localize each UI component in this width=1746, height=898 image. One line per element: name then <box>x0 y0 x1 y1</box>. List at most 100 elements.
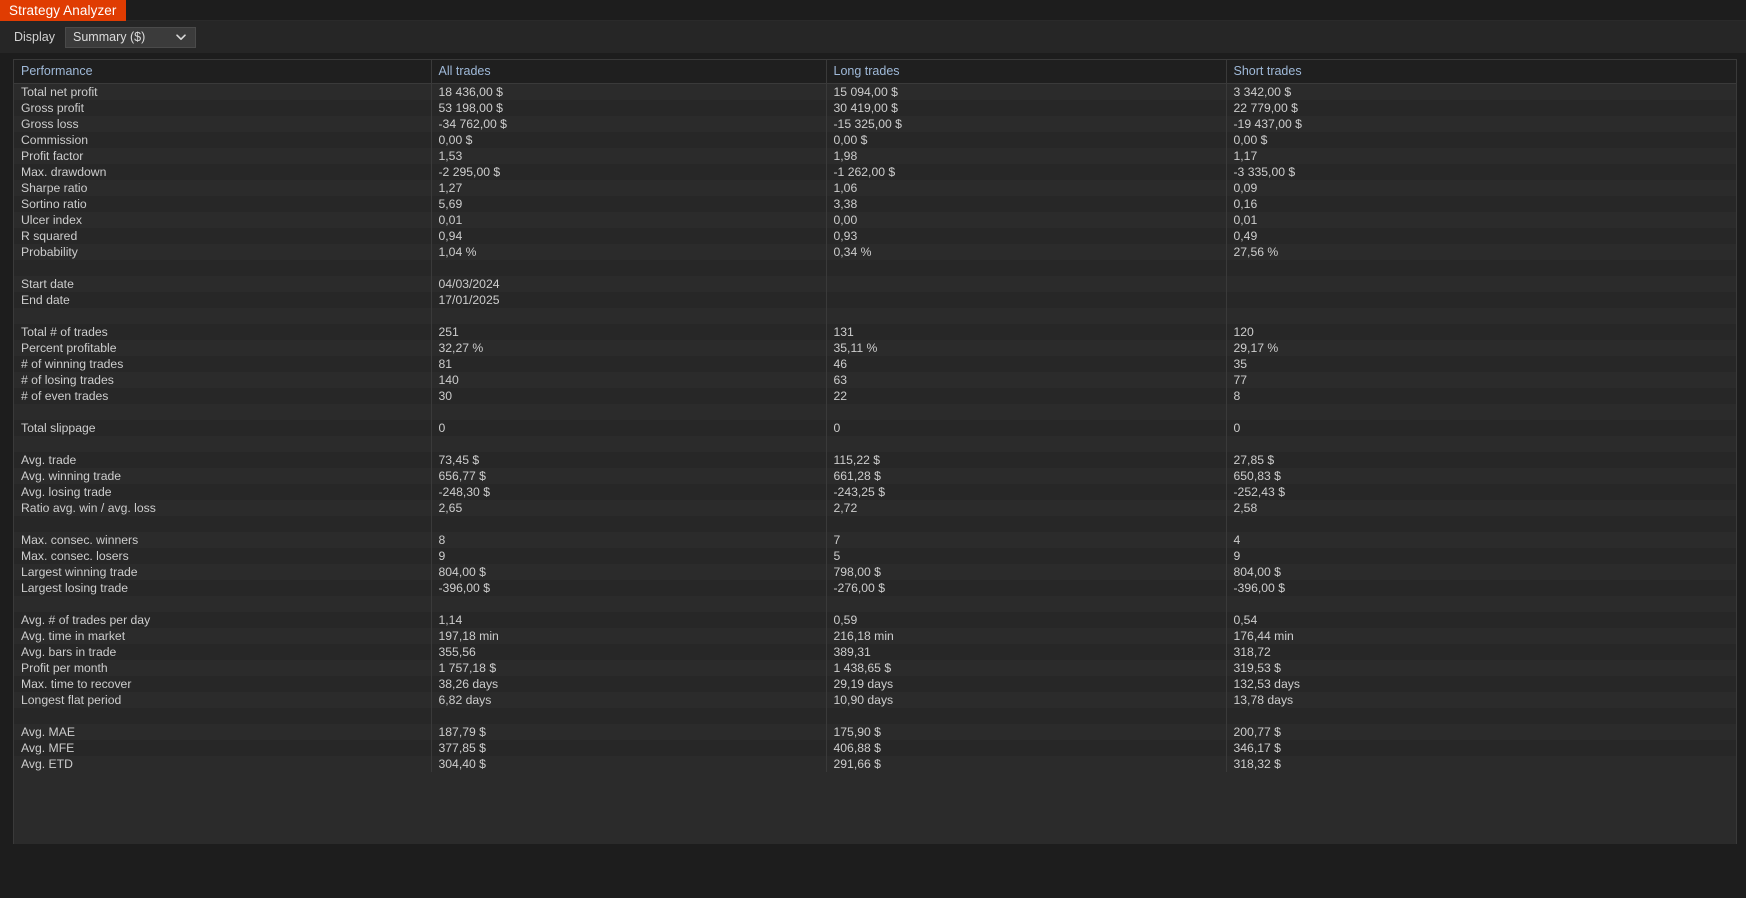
table-row[interactable]: Ratio avg. win / avg. loss 2,65 2,72 2,58 <box>14 500 1736 516</box>
cell-long-trades: -243,25 $ <box>826 484 1227 500</box>
cell-short-trades: 0,16 <box>1226 196 1736 212</box>
table-row[interactable]: End date 17/01/2025 <box>14 292 1736 308</box>
cell-short-trades: 132,53 days <box>1226 676 1736 692</box>
cell-long-trades <box>826 292 1227 308</box>
row-label <box>14 708 432 724</box>
table-row[interactable]: Avg. winning trade 656,77 $661,28 $650,83… <box>14 468 1736 484</box>
table-row[interactable]: Max. time to recover 38,26 days 29,19 days… <box>14 676 1736 692</box>
cell-long-trades: 0,34 % <box>826 244 1227 260</box>
cell-short-trades <box>1226 276 1736 292</box>
cell-long-trades: 291,66 $ <box>826 756 1227 772</box>
table-row[interactable]: Largest losing trade -396,00 $ -276,00 $ -3… <box>14 580 1736 596</box>
table-spacer-row <box>14 596 1736 612</box>
table-row[interactable]: Avg. ETD 304,40 $291,66 $318,32 $ <box>14 756 1736 772</box>
cell-long-trades: 7 <box>826 532 1227 548</box>
cell-long-trades <box>826 260 1227 276</box>
cell-short-trades: 0,00 $ <box>1226 132 1736 148</box>
table-row[interactable]: # of even trades 30 22 8 <box>14 388 1736 404</box>
cell-short-trades: 77 <box>1226 372 1736 388</box>
cell-all-trades <box>431 708 827 724</box>
table-row[interactable]: Profit factor 1,53 1,98 1,17 <box>14 148 1736 164</box>
table-row[interactable]: Profit per month 1 757,18 $1 438,65 $319,… <box>14 660 1736 676</box>
table-row[interactable]: Max. consec. losers 9 5 9 <box>14 548 1736 564</box>
bottom-filler <box>0 844 1746 898</box>
cell-long-trades: 29,19 days <box>826 676 1227 692</box>
row-label: Avg. trade <box>14 452 432 468</box>
table-row[interactable]: Avg. trade 73,45 $115,22 $27,85 $ <box>14 452 1736 468</box>
cell-all-trades: -248,30 $ <box>431 484 827 500</box>
row-label <box>14 516 432 532</box>
title-bar-filler <box>125 0 1746 20</box>
cell-short-trades: 318,32 $ <box>1226 756 1736 772</box>
cell-long-trades: 1,98 <box>826 148 1227 164</box>
cell-short-trades: 176,44 min <box>1226 628 1736 644</box>
cell-all-trades: 304,40 $ <box>431 756 827 772</box>
table-row[interactable]: Commission 0,00 $0,00 $0,00 $ <box>14 132 1736 148</box>
table-row[interactable]: Sharpe ratio 1,27 1,06 0,09 <box>14 180 1736 196</box>
table-row[interactable]: Largest winning trade 804,00 $798,00 $804… <box>14 564 1736 580</box>
cell-short-trades: 0,54 <box>1226 612 1736 628</box>
cell-long-trades: 10,90 days <box>826 692 1227 708</box>
cell-long-trades: 1,06 <box>826 180 1227 196</box>
display-select[interactable]: Summary ($) <box>65 26 196 48</box>
display-label: Display <box>14 30 55 44</box>
table-row[interactable]: Avg. # of trades per day 1,14 0,59 0,54 <box>14 612 1736 628</box>
cell-short-trades <box>1226 516 1736 532</box>
column-header-performance[interactable]: Performance <box>14 60 432 84</box>
table-spacer-row <box>14 708 1736 724</box>
table-row[interactable]: Total # of trades 251 131 120 <box>14 324 1736 340</box>
column-header-all-trades[interactable]: All trades <box>431 60 827 84</box>
cell-long-trades <box>826 708 1227 724</box>
table-row[interactable]: Avg. losing trade -248,30 $ -243,25 $ -252,… <box>14 484 1736 500</box>
table-row[interactable]: Avg. time in market 197,18 min 216,18 min 1… <box>14 628 1736 644</box>
cell-short-trades: 0 <box>1226 420 1736 436</box>
cell-long-trades: -15 325,00 $ <box>826 116 1227 132</box>
table-row[interactable]: Avg. bars in trade 355,56 389,31 318,72 <box>14 644 1736 660</box>
table-header-row: Performance All trades Long trades Short… <box>14 60 1736 84</box>
table-row[interactable]: Avg. MFE 377,85 $406,88 $346,17 $ <box>14 740 1736 756</box>
row-label: # of losing trades <box>14 372 432 388</box>
table-spacer-row <box>14 260 1736 276</box>
cell-short-trades: 27,85 $ <box>1226 452 1736 468</box>
cell-long-trades <box>826 436 1227 452</box>
row-label: Ulcer index <box>14 212 432 228</box>
column-header-long-trades[interactable]: Long trades <box>826 60 1227 84</box>
cell-short-trades <box>1226 436 1736 452</box>
row-label: Sharpe ratio <box>14 180 432 196</box>
performance-table-container[interactable]: Performance All trades Long trades Short… <box>13 59 1737 844</box>
cell-short-trades <box>1226 596 1736 612</box>
cell-long-trades: 35,11 % <box>826 340 1227 356</box>
cell-long-trades: 661,28 $ <box>826 468 1227 484</box>
cell-all-trades: 0,00 $ <box>431 132 827 148</box>
table-row[interactable]: Total slippage 0 0 0 <box>14 420 1736 436</box>
cell-long-trades: 0,00 $ <box>826 132 1227 148</box>
cell-short-trades: 0,01 <box>1226 212 1736 228</box>
cell-all-trades: 32,27 % <box>431 340 827 356</box>
cell-long-trades: 30 419,00 $ <box>826 100 1227 116</box>
table-row[interactable]: # of losing trades 140 63 77 <box>14 372 1736 388</box>
row-label: Total slippage <box>14 420 432 436</box>
column-header-short-trades[interactable]: Short trades <box>1226 60 1736 84</box>
cell-long-trades: -276,00 $ <box>826 580 1227 596</box>
table-row[interactable]: Gross profit 53 198,00 $30 419,00 $22 779… <box>14 100 1736 116</box>
table-row[interactable]: Start date 04/03/2024 <box>14 276 1736 292</box>
cell-all-trades: 1,14 <box>431 612 827 628</box>
table-row[interactable]: # of winning trades 81 46 35 <box>14 356 1736 372</box>
cell-short-trades: 27,56 % <box>1226 244 1736 260</box>
table-row[interactable]: Percent profitable 32,27 % 35,11 % 29,17 % <box>14 340 1736 356</box>
table-row[interactable]: Longest flat period 6,82 days 10,90 days 13… <box>14 692 1736 708</box>
cell-all-trades: 8 <box>431 532 827 548</box>
table-row[interactable]: R squared 0,94 0,93 0,49 <box>14 228 1736 244</box>
table-row[interactable]: Gross loss -34 762,00 $ -15 325,00 $ -19 43… <box>14 116 1736 132</box>
table-row[interactable]: Probability 1,04 % 0,34 % 27,56 % <box>14 244 1736 260</box>
table-row[interactable]: Sortino ratio 5,69 3,38 0,16 <box>14 196 1736 212</box>
cell-short-trades <box>1226 404 1736 420</box>
table-row[interactable]: Max. consec. winners 8 7 4 <box>14 532 1736 548</box>
table-row[interactable]: Ulcer index 0,01 0,00 0,01 <box>14 212 1736 228</box>
table-row[interactable]: Total net profit 18 436,00 $15 094,00 $3 … <box>14 83 1736 100</box>
cell-short-trades: 120 <box>1226 324 1736 340</box>
tab-strategy-analyzer[interactable]: Strategy Analyzer <box>0 0 126 21</box>
table-spacer-row <box>14 404 1736 420</box>
table-row[interactable]: Max. drawdown -2 295,00 $ -1 262,00 $ -3 33… <box>14 164 1736 180</box>
table-row[interactable]: Avg. MAE 187,79 $175,90 $200,77 $ <box>14 724 1736 740</box>
